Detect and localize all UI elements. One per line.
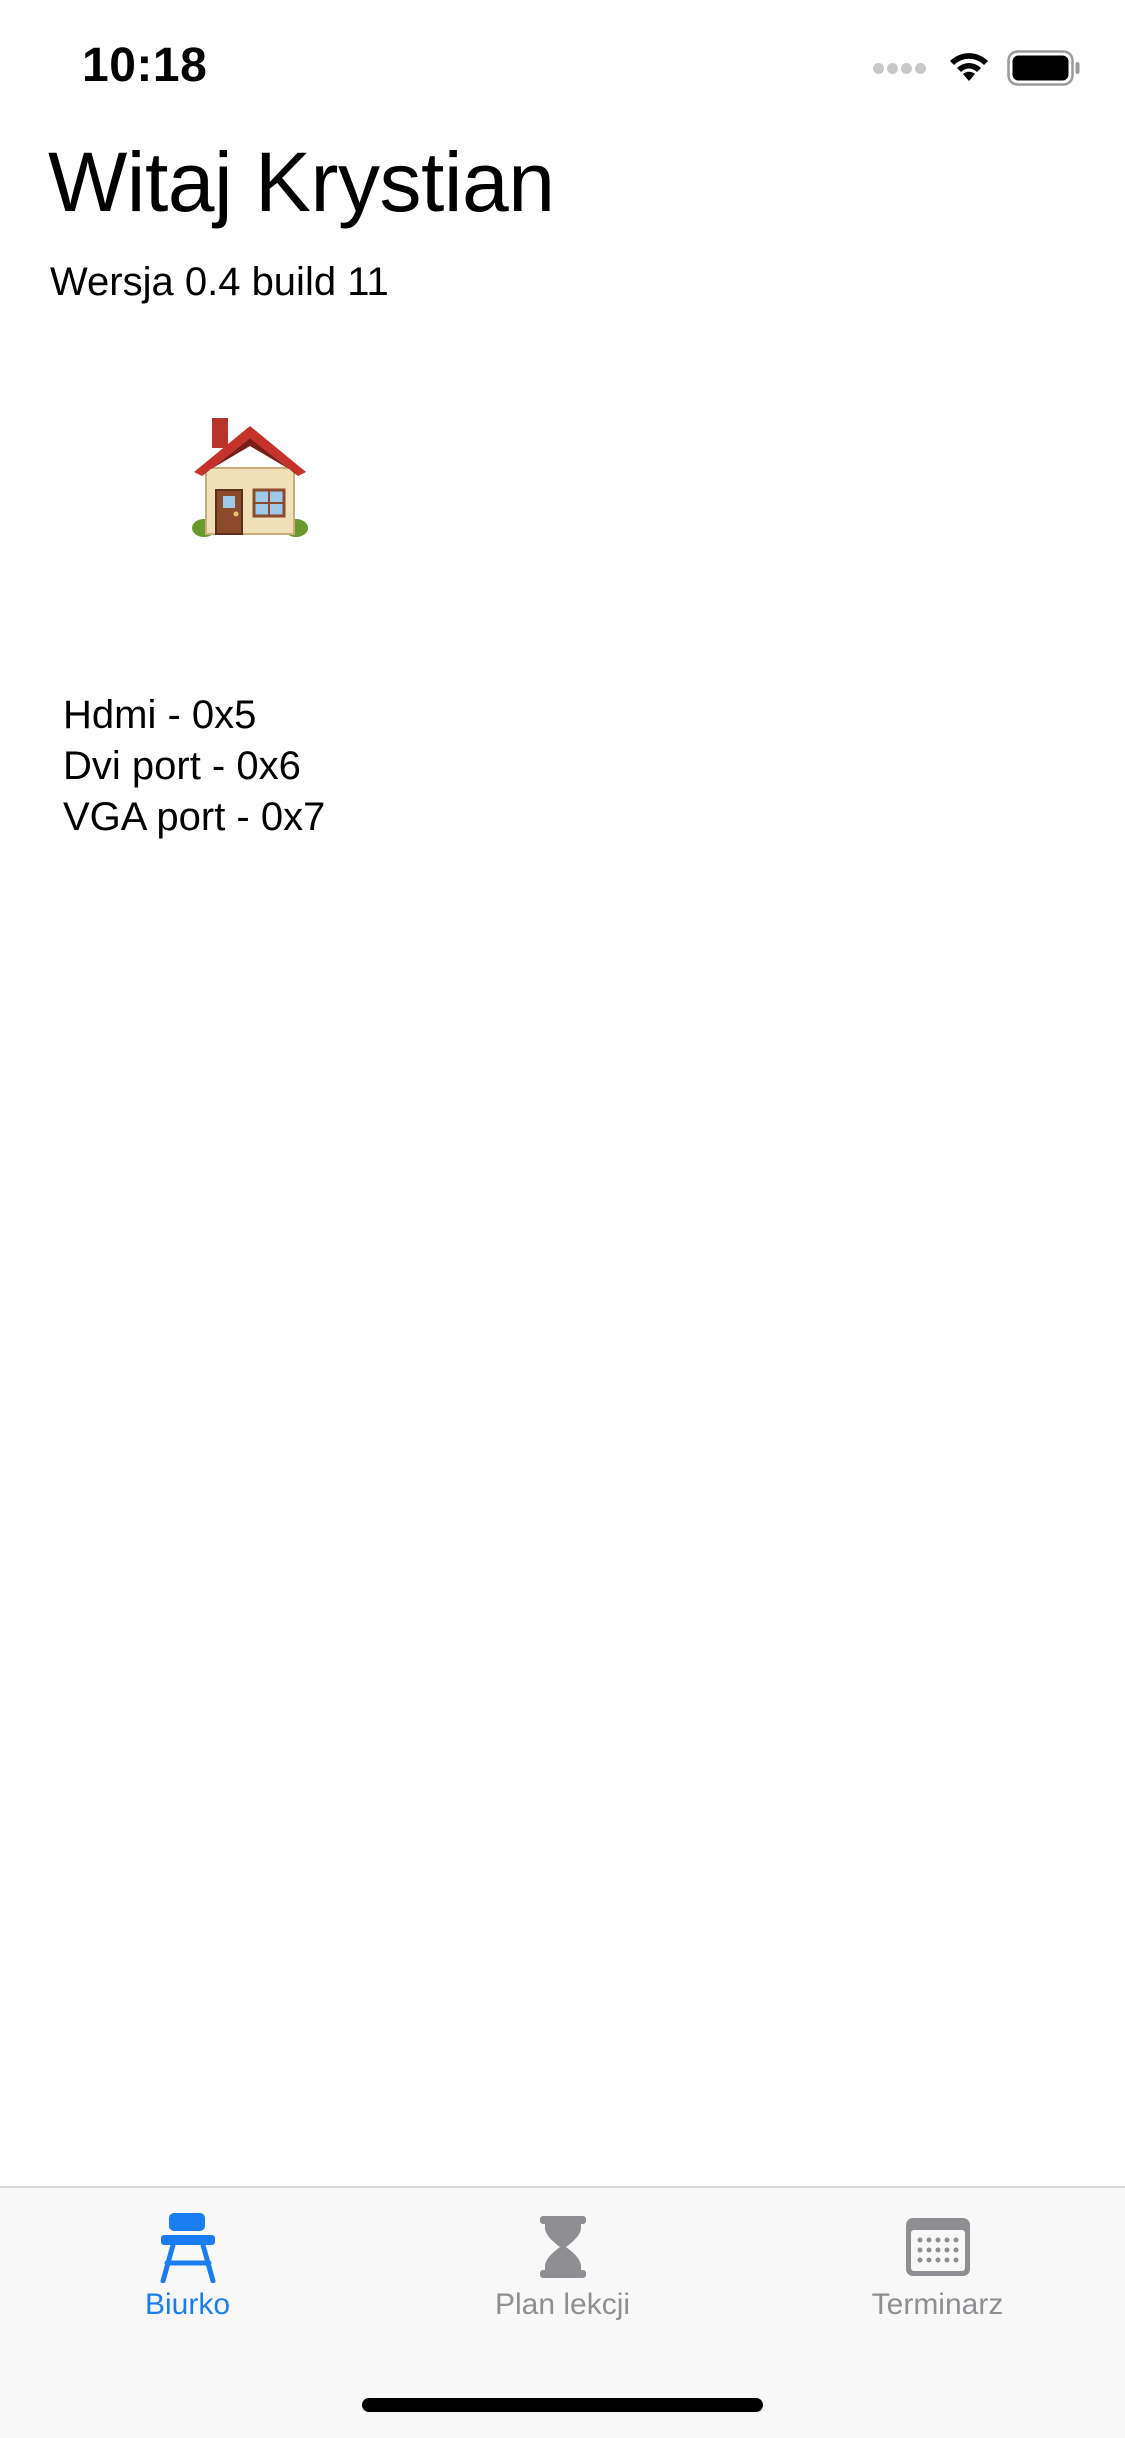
status-indicators [873, 48, 1081, 88]
desk-icon [148, 2212, 228, 2283]
calendar-icon [898, 2212, 978, 2282]
list-item: Hdmi - 0x5 [63, 693, 257, 737]
tab-biurko[interactable]: Biurko [0, 2212, 375, 2342]
tab-label: Biurko [144, 2288, 231, 2321]
tab-terminarz[interactable]: Terminarz [750, 2212, 1125, 2342]
list-item: VGA port - 0x7 [63, 795, 326, 839]
tab-label: Terminarz [871, 2288, 1004, 2321]
status-bar: 10:18 [0, 0, 1125, 132]
home-indicator[interactable] [362, 2398, 763, 2412]
tab-label: Plan lekcji [494, 2288, 631, 2321]
port-list: Hdmi - 0x5 Dvi port - 0x6 VGA port - 0x7 [63, 690, 325, 843]
house-icon [192, 418, 308, 537]
tab-plan-lekcji[interactable]: Plan lekcji [375, 2212, 750, 2342]
version-label: Wersja 0.4 build 11 [50, 260, 389, 304]
page-title: Witaj Krystian [48, 135, 555, 229]
battery-icon [1007, 50, 1080, 86]
cellular-signal-icon [873, 62, 929, 74]
tab-bar: Biurko Plan lekcji Terminarz [0, 2186, 1125, 2438]
wifi-icon [950, 53, 988, 81]
list-item: Dvi port - 0x6 [63, 744, 301, 788]
status-time: 10:18 [82, 39, 208, 92]
hourglass-icon [523, 2212, 603, 2282]
